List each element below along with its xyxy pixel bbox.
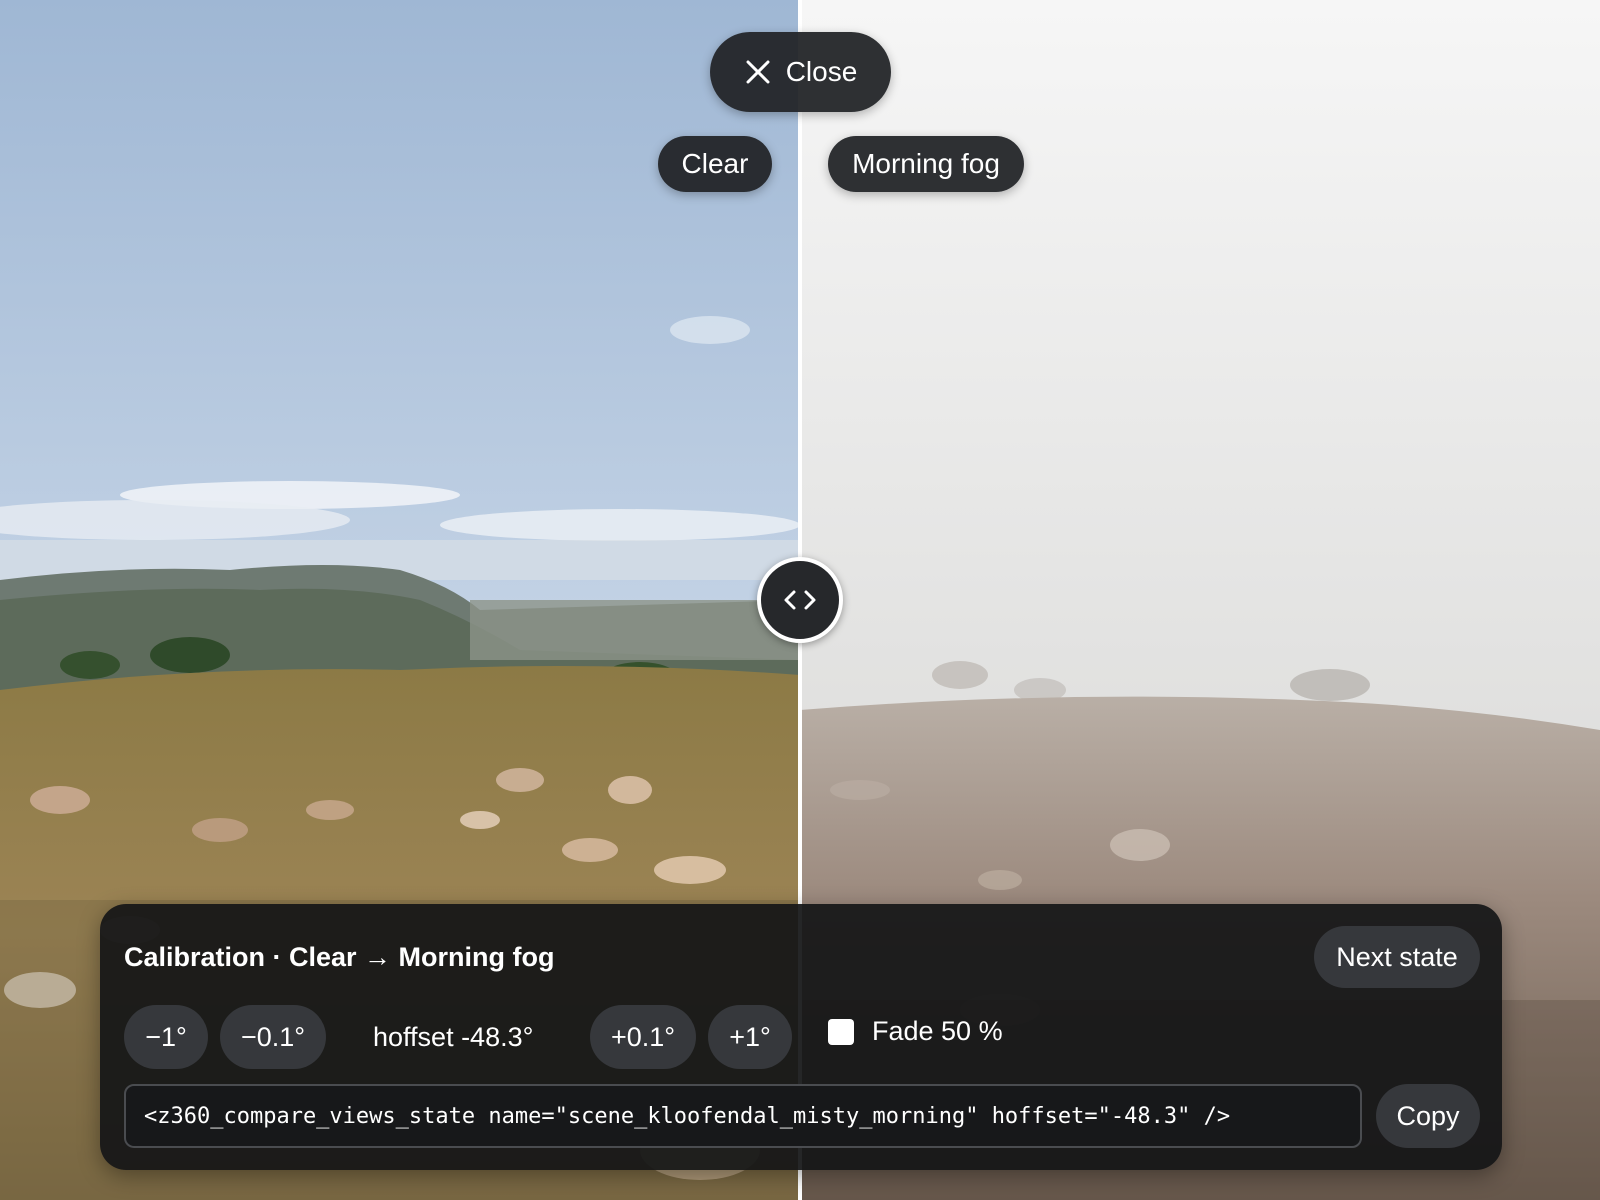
hoffset-plus-0-1-button[interactable]: +0.1° <box>590 1005 696 1069</box>
calibration-panel: Calibration · Clear → Morning fog Next s… <box>100 904 1502 1170</box>
compare-handle-icon <box>784 590 816 610</box>
fade-checkbox[interactable] <box>828 1018 854 1045</box>
left-state-label: Clear <box>658 136 772 192</box>
state-code-field[interactable] <box>124 1084 1362 1148</box>
next-state-button[interactable]: Next state <box>1314 926 1480 988</box>
close-icon <box>746 60 770 84</box>
hoffset-plus-1-button[interactable]: +1° <box>708 1005 792 1069</box>
copy-button[interactable]: Copy <box>1376 1084 1480 1148</box>
fade-label: Fade 50 % <box>872 1016 1003 1046</box>
hoffset-readout: hoffset -48.3° <box>373 1022 534 1052</box>
close-label: Close <box>785 56 858 87</box>
hoffset-minus-0-1-button[interactable]: −0.1° <box>220 1005 326 1069</box>
panel-title: Calibration · Clear → Morning fog <box>124 942 555 972</box>
compare-drag-handle[interactable] <box>757 557 843 643</box>
right-state-label: Morning fog <box>828 136 1024 192</box>
close-button[interactable]: Close <box>710 32 891 112</box>
fade-toggle[interactable]: Fade 50 % <box>828 1016 1003 1047</box>
hoffset-minus-1-button[interactable]: −1° <box>124 1005 208 1069</box>
